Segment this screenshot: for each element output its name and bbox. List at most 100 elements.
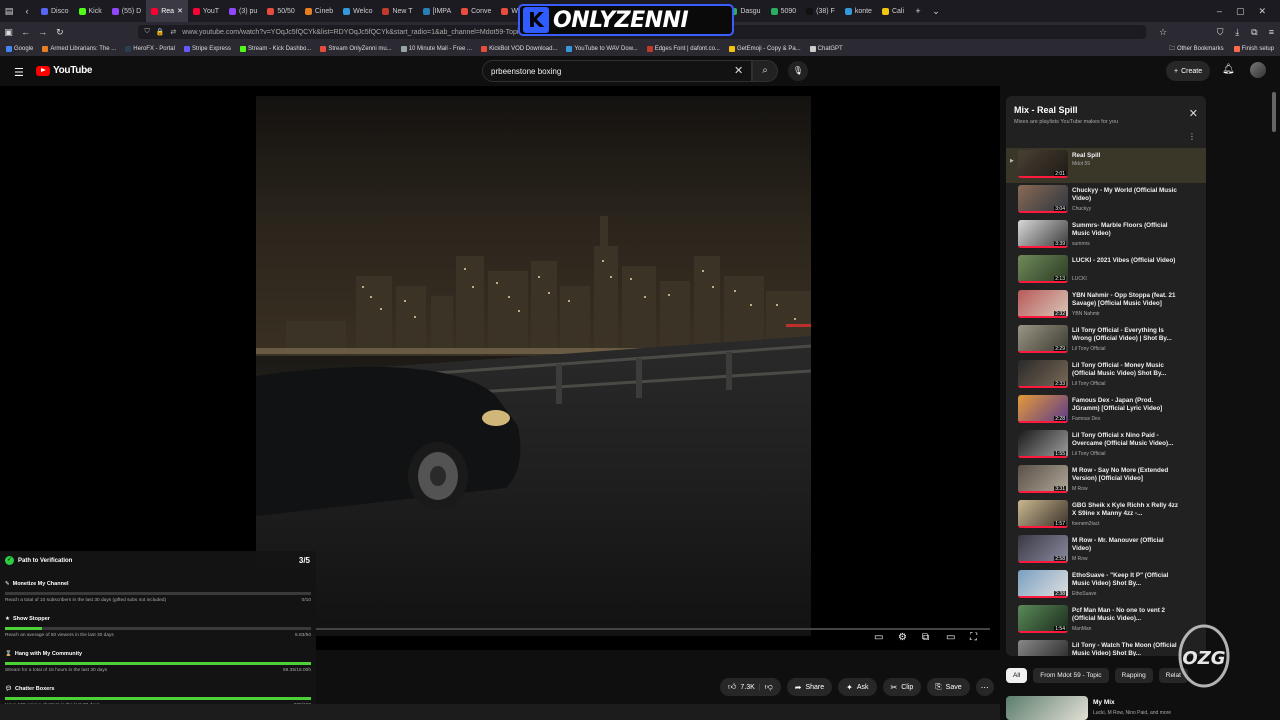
mix-list-item[interactable]: ▶ 2:01 Real Spill Mdot 59: [1006, 148, 1206, 183]
clip-button[interactable]: ✂ Clip: [882, 678, 922, 696]
back-icon[interactable]: ←: [17, 27, 34, 37]
filter-chip[interactable]: All: [1006, 668, 1028, 683]
mix-list-item[interactable]: 2:29 Lil Tony Official - Everything Is Wr…: [1006, 323, 1206, 358]
mix-list-item[interactable]: 1:57 GBG Sheik x Kyle Richh x Relly 4zz X…: [1006, 498, 1206, 533]
video-thumbnail[interactable]: 2:13: [1018, 255, 1068, 283]
video-thumbnail[interactable]: 2:33: [1018, 360, 1068, 388]
close-icon[interactable]: ✕: [1189, 107, 1198, 120]
browser-tab[interactable]: (3) pu: [224, 0, 262, 22]
video-thumbnail[interactable]: 2:28: [1018, 395, 1068, 423]
close-tab-icon[interactable]: ✕: [177, 7, 183, 15]
mix-list-item[interactable]: 3:31 M Row - Say No More (Extended Versio…: [1006, 463, 1206, 498]
lock-icon[interactable]: 🔒: [156, 28, 165, 36]
thumbs-down-icon[interactable]: 👎︎: [765, 682, 773, 692]
maximize-icon[interactable]: ▢: [1236, 6, 1245, 17]
browser-tab[interactable]: Cali: [877, 0, 909, 22]
download-icon[interactable]: ⤓: [1229, 27, 1246, 38]
new-tab-icon[interactable]: +: [909, 6, 927, 16]
permissions-icon[interactable]: ⇄: [170, 28, 176, 36]
tab-list-icon[interactable]: ▤: [0, 6, 18, 17]
voice-search-button[interactable]: 🎙: [788, 61, 808, 81]
video-thumbnail[interactable]: 3:04: [1018, 185, 1068, 213]
mix-list-item[interactable]: 3:39 Summrs- Marble Floors (Official Musi…: [1006, 218, 1206, 253]
account-avatar[interactable]: [1250, 62, 1266, 78]
browser-tab[interactable]: [IMPA: [418, 0, 457, 22]
video-thumbnail[interactable]: 1:55: [1018, 430, 1068, 458]
bookmark-star-icon[interactable]: ☆: [1154, 27, 1171, 38]
like-button[interactable]: 👍︎ 7.3K | 👎︎: [720, 678, 781, 696]
share-button[interactable]: ➦ Share: [786, 678, 833, 696]
browser-tab[interactable]: 50/50: [262, 0, 300, 22]
save-button[interactable]: ⎘ Save: [927, 678, 970, 696]
video-thumbnail[interactable]: 2:29: [1018, 325, 1068, 353]
fullscreen-icon[interactable]: ⛶: [970, 632, 977, 643]
video-thumbnail[interactable]: 2:58: [1018, 535, 1068, 563]
clear-search-icon[interactable]: ✕: [734, 64, 743, 77]
tab-scroll-left-icon[interactable]: ‹: [18, 6, 36, 16]
filter-chip[interactable]: Rapping: [1114, 668, 1153, 683]
browser-tab[interactable]: Rea ✕: [146, 0, 188, 22]
shield-icon[interactable]: ⛉: [144, 28, 149, 36]
subtitles-icon[interactable]: ▭: [874, 632, 883, 643]
bookmark-item[interactable]: Edges Font | dafont.co...: [646, 46, 720, 52]
browser-tab[interactable]: 5090: [766, 0, 802, 22]
hamburger-menu-icon[interactable]: ☰: [14, 66, 24, 79]
bookmark-item[interactable]: KickBot VOD Download...: [481, 46, 557, 52]
bookmark-item[interactable]: GetEmoji - Copy & Pa...: [728, 46, 801, 52]
bookmark-item[interactable]: Stripe Express: [183, 46, 231, 52]
video-thumbnail[interactable]: 3:39: [1018, 220, 1068, 248]
mix-list-item[interactable]: 2:38 EthoSuave - "Keep It P" (Official Mu…: [1006, 568, 1206, 603]
browser-tab[interactable]: Kick: [74, 0, 107, 22]
browser-tab[interactable]: (38) F: [801, 0, 840, 22]
video-thumbnail[interactable]: Watch: [1018, 640, 1068, 656]
browser-tab[interactable]: Cineb: [300, 0, 338, 22]
menu-icon[interactable]: ≡: [1263, 27, 1280, 37]
mix-list-item[interactable]: 2:13 LUCKI - 2021 Vibes (Official Video) L…: [1006, 253, 1206, 288]
shield-extension-icon[interactable]: ⛉: [1212, 27, 1229, 38]
bookmark-item[interactable]: Stream OnlyZenni mu...: [320, 46, 392, 52]
close-window-icon[interactable]: ✕: [1258, 6, 1266, 17]
video-thumbnail[interactable]: 3:31: [1018, 465, 1068, 493]
ask-button[interactable]: ✦ Ask: [838, 678, 877, 696]
mix-list-item[interactable]: 1:55 Lil Tony Official x Nino Paid - Over…: [1006, 428, 1206, 463]
video-thumbnail[interactable]: 2:01: [1018, 150, 1068, 178]
settings-gear-icon[interactable]: ⚙: [898, 632, 907, 643]
bookmark-item[interactable]: 10 Minute Mail - Free ...: [400, 46, 472, 52]
bookmark-item[interactable]: Armed Librarians: The ...: [42, 46, 116, 52]
search-button[interactable]: ⌕: [752, 60, 778, 82]
other-bookmarks[interactable]: 🗀 Other Bookmarks: [1169, 44, 1224, 54]
browser-tab[interactable]: (55) D: [107, 0, 146, 22]
notifications-bell-icon[interactable]: 🔔︎: [1222, 64, 1235, 75]
related-thumbnail[interactable]: [1006, 696, 1088, 720]
miniplayer-icon[interactable]: ⧉: [922, 632, 929, 643]
browser-tab[interactable]: Welco: [338, 0, 377, 22]
browser-tab[interactable]: YouT: [188, 0, 224, 22]
tab-overflow-icon[interactable]: ⌄: [927, 6, 945, 17]
video-thumbnail[interactable]: 2:32: [1018, 290, 1068, 318]
reload-icon[interactable]: ↻: [51, 27, 68, 38]
sidebar-toggle-icon[interactable]: ▣: [0, 27, 17, 38]
finish-setup[interactable]: Finish setup: [1233, 44, 1274, 54]
video-thumbnail[interactable]: 1:57: [1018, 500, 1068, 528]
browser-tab[interactable]: Conve: [456, 0, 496, 22]
theater-mode-icon[interactable]: ▭: [946, 632, 955, 643]
browser-tab[interactable]: New T: [377, 0, 417, 22]
page-scrollbar[interactable]: [1272, 92, 1276, 132]
filter-chip[interactable]: From Mdot 59 - Topic: [1033, 668, 1109, 683]
bookmark-item[interactable]: ChatGPT: [809, 46, 843, 52]
forward-icon[interactable]: →: [34, 27, 51, 37]
more-vertical-icon[interactable]: ⋮: [1188, 132, 1196, 141]
create-button[interactable]: + Create: [1166, 61, 1211, 81]
minimize-icon[interactable]: –: [1217, 6, 1222, 17]
youtube-logo[interactable]: YouTube: [36, 65, 93, 76]
bookmark-item[interactable]: Google: [6, 46, 33, 52]
bookmark-item[interactable]: HeroFX - Portal: [125, 46, 175, 52]
bookmark-item[interactable]: Stream - Kick Dashbo...: [239, 46, 311, 52]
browser-tab[interactable]: Disco: [36, 0, 74, 22]
video-thumbnail[interactable]: 2:38: [1018, 570, 1068, 598]
more-actions-button[interactable]: ⋯: [975, 678, 994, 696]
search-input[interactable]: prbeenstone boxing: [482, 60, 752, 82]
mix-list-item[interactable]: 2:58 M Row - Mr. Manouver (Official Video…: [1006, 533, 1206, 568]
mix-list-item[interactable]: 3:04 Chuckyy - My World (Official Music V…: [1006, 183, 1206, 218]
extensions-icon[interactable]: ⧉: [1246, 27, 1263, 38]
